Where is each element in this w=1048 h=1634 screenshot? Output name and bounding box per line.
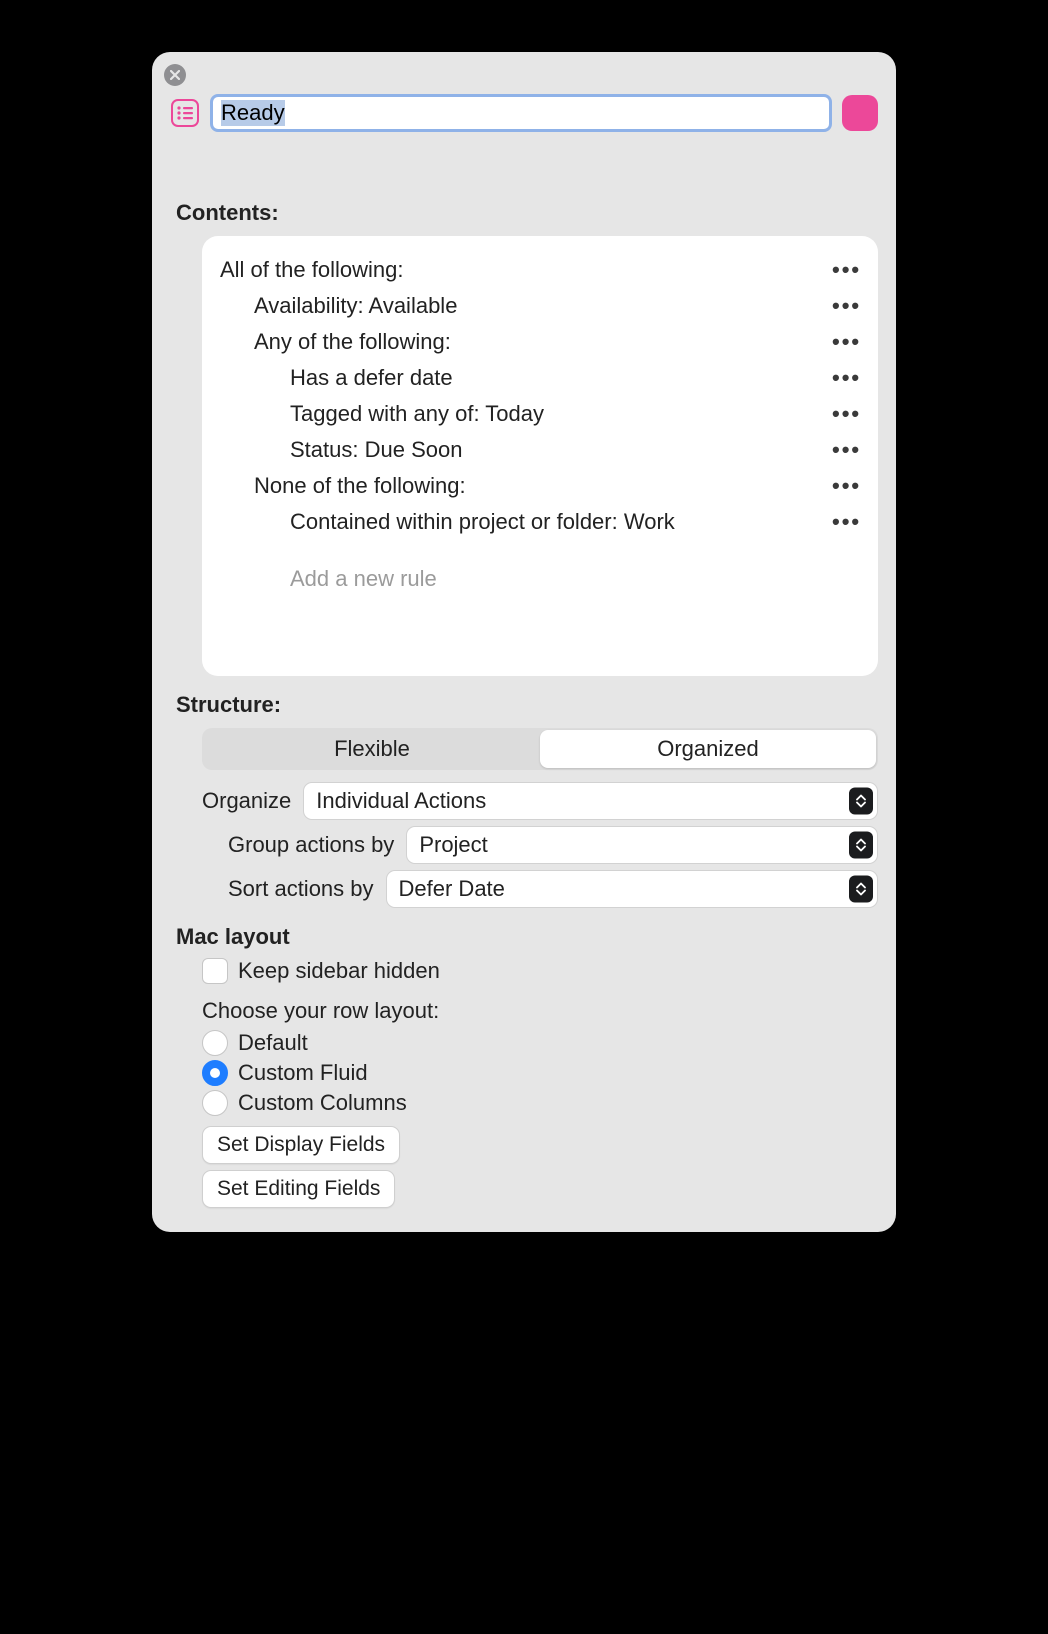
row-layout-columns-radio[interactable]	[202, 1090, 228, 1116]
rule-label: Any of the following:	[220, 329, 832, 355]
rule-menu-icon[interactable]: •••	[832, 365, 858, 391]
sort-select[interactable]: Defer Date	[386, 870, 878, 908]
rule-menu-icon[interactable]: •••	[832, 509, 858, 535]
rule-label: None of the following:	[220, 473, 832, 499]
rule-label: All of the following:	[220, 257, 832, 283]
rules-box: All of the following:••• Availability: A…	[202, 236, 878, 676]
structure-label: Structure:	[176, 692, 878, 718]
perspective-name-input[interactable]	[210, 94, 832, 132]
rule-row[interactable]: Availability: Available•••	[220, 288, 858, 324]
organize-select[interactable]: Individual Actions	[303, 782, 878, 820]
contents-label: Contents:	[176, 200, 878, 226]
group-label: Group actions by	[228, 832, 394, 858]
select-caret-icon	[849, 876, 873, 903]
mac-layout-label: Mac layout	[176, 924, 878, 950]
rule-row[interactable]: None of the following:•••	[220, 468, 858, 504]
close-button[interactable]	[164, 64, 186, 86]
rule-row[interactable]: Status: Due Soon•••	[220, 432, 858, 468]
row-layout-prompt: Choose your row layout:	[202, 998, 878, 1024]
tab-organized[interactable]: Organized	[540, 730, 876, 768]
sort-row: Sort actions by Defer Date	[228, 870, 878, 908]
set-editing-fields-button[interactable]: Set Editing Fields	[202, 1170, 395, 1208]
rule-row[interactable]: Contained within project or folder: Work…	[220, 504, 858, 540]
rule-label: Availability: Available	[220, 293, 832, 319]
perspective-editor-window: Contents: All of the following:••• Avail…	[152, 52, 896, 1232]
rule-menu-icon[interactable]: •••	[832, 401, 858, 427]
organize-value: Individual Actions	[316, 788, 486, 814]
rule-row[interactable]: Tagged with any of: Today•••	[220, 396, 858, 432]
keep-sidebar-hidden-row: Keep sidebar hidden	[202, 958, 878, 984]
row-layout-columns-label: Custom Columns	[238, 1090, 407, 1116]
structure-segmented-control: Flexible Organized	[202, 728, 878, 770]
row-layout-default-radio[interactable]	[202, 1030, 228, 1056]
rule-menu-icon[interactable]: •••	[832, 257, 858, 283]
group-value: Project	[419, 832, 487, 858]
rule-label: Tagged with any of: Today	[220, 401, 832, 427]
keep-sidebar-hidden-label: Keep sidebar hidden	[238, 958, 440, 984]
keep-sidebar-hidden-checkbox[interactable]	[202, 958, 228, 984]
select-caret-icon	[849, 788, 873, 815]
rule-row[interactable]: Any of the following:•••	[220, 324, 858, 360]
set-display-fields-button[interactable]: Set Display Fields	[202, 1126, 400, 1164]
rule-row[interactable]: All of the following:•••	[220, 252, 858, 288]
sort-label: Sort actions by	[228, 876, 374, 902]
add-rule-button[interactable]: Add a new rule	[220, 540, 858, 592]
rule-label: Contained within project or folder: Work	[220, 509, 832, 535]
rule-menu-icon[interactable]: •••	[832, 329, 858, 355]
title-bar	[170, 94, 878, 132]
rule-label: Status: Due Soon	[220, 437, 832, 463]
rule-label: Has a defer date	[220, 365, 832, 391]
row-layout-columns-row: Custom Columns	[202, 1090, 878, 1116]
tab-flexible[interactable]: Flexible	[204, 730, 540, 768]
color-swatch[interactable]	[842, 95, 878, 131]
row-layout-fluid-row: Custom Fluid	[202, 1060, 878, 1086]
close-icon	[170, 70, 180, 80]
rule-menu-icon[interactable]: •••	[832, 437, 858, 463]
group-row: Group actions by Project	[228, 826, 878, 864]
rule-menu-icon[interactable]: •••	[832, 293, 858, 319]
organize-row: Organize Individual Actions	[202, 782, 878, 820]
row-layout-default-label: Default	[238, 1030, 308, 1056]
group-select[interactable]: Project	[406, 826, 878, 864]
organize-label: Organize	[202, 788, 291, 814]
rule-row[interactable]: Has a defer date•••	[220, 360, 858, 396]
rule-menu-icon[interactable]: •••	[832, 473, 858, 499]
row-layout-default-row: Default	[202, 1030, 878, 1056]
row-layout-fluid-label: Custom Fluid	[238, 1060, 368, 1086]
row-layout-fluid-radio[interactable]	[202, 1060, 228, 1086]
select-caret-icon	[849, 832, 873, 859]
sort-value: Defer Date	[399, 876, 505, 902]
perspective-icon	[170, 98, 200, 128]
